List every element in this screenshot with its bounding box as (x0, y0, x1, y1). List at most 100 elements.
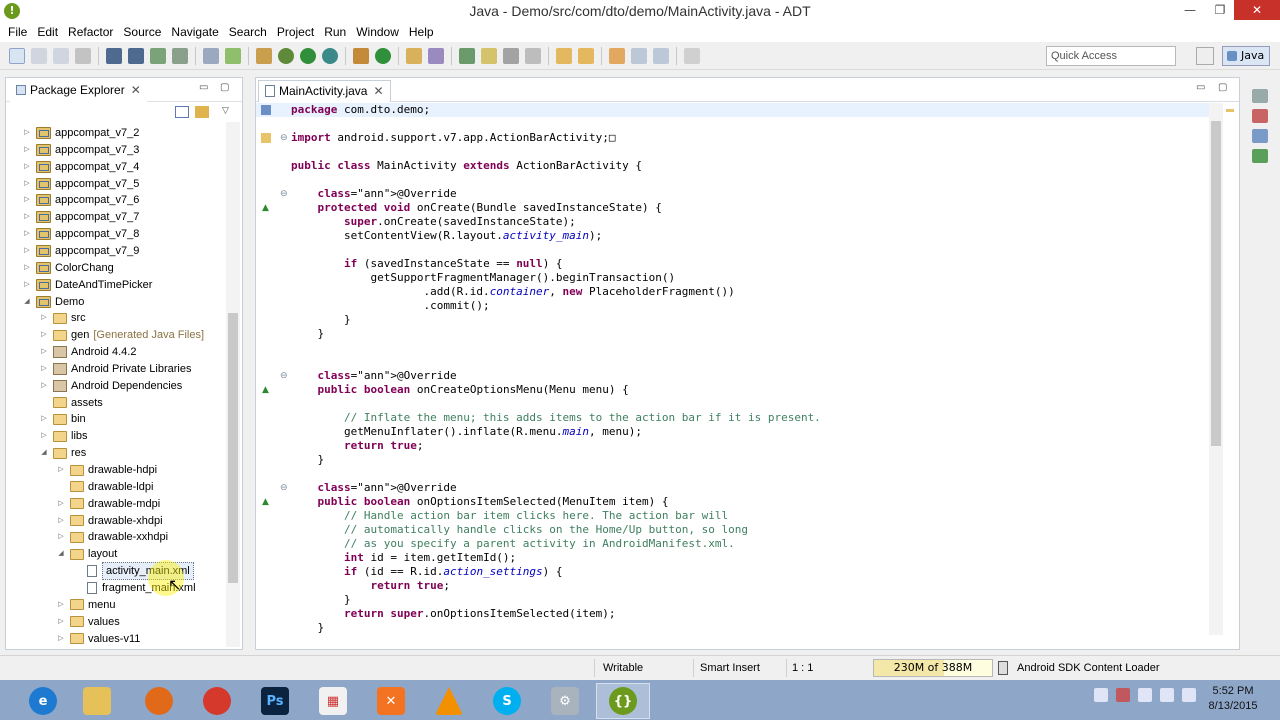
tree-item[interactable]: ▷ appcompat_v7_7 (22, 209, 139, 225)
collapsed-arrow-icon[interactable]: ▷ (56, 529, 66, 545)
code-line[interactable]: return true; (291, 439, 424, 453)
chrome-icon[interactable] (190, 683, 244, 719)
code-line[interactable]: getSupportFragmentManager().beginTransac… (291, 271, 675, 285)
code-line[interactable]: // Handle action bar item clicks here. T… (291, 509, 728, 523)
print-icon[interactable] (75, 47, 91, 64)
android-icon[interactable] (1252, 149, 1268, 163)
open-type-icon[interactable] (406, 47, 422, 64)
tree-item[interactable]: ▷ Android Dependencies (39, 378, 182, 394)
tree-item[interactable]: ▷ drawable-mdpi (56, 496, 160, 512)
tree-item[interactable]: ▷ drawable-hdpi (56, 462, 157, 478)
collapsed-arrow-icon[interactable]: ▷ (22, 192, 32, 208)
quick-access-input[interactable]: Quick Access (1046, 46, 1176, 66)
fold-toggle-icon[interactable]: ⊖ (280, 133, 288, 143)
heap-status[interactable]: 230M of 388M (873, 659, 993, 677)
collapsed-arrow-icon[interactable]: ▷ (56, 513, 66, 529)
collapsed-arrow-icon[interactable]: ▷ (22, 226, 32, 242)
menu-search[interactable]: Search (224, 25, 272, 39)
code-line[interactable]: if (savedInstanceState == null) { (291, 257, 563, 271)
fold-toggle-icon[interactable]: ⊖ (280, 189, 288, 199)
toggle-mark-occurrences-icon[interactable] (459, 47, 475, 64)
tree-item[interactable]: ▷ appcompat_v7_8 (22, 226, 139, 242)
search-icon[interactable] (428, 47, 444, 64)
code-line[interactable]: public boolean onCreateOptionsMenu(Menu … (291, 383, 629, 397)
code-line[interactable]: public class MainActivity extends Action… (291, 159, 642, 173)
tree-item[interactable]: ▷ ColorChang (22, 260, 114, 276)
code-line[interactable]: setContentView(R.layout.activity_main); (291, 229, 602, 243)
new-icon[interactable] (9, 47, 25, 64)
menu-window[interactable]: Window (351, 25, 404, 39)
outline-icon[interactable] (1252, 109, 1268, 123)
tree-item[interactable]: ◢ layout (56, 546, 117, 562)
tree-item[interactable]: ▷ appcompat_v7_3 (22, 142, 139, 158)
editor-scrollbar-thumb[interactable] (1211, 121, 1221, 446)
overview-ruler[interactable] (1223, 103, 1238, 635)
skip-breakpoints-icon[interactable] (203, 47, 219, 64)
block-selection-icon[interactable] (503, 47, 519, 64)
code-line[interactable]: .commit(); (291, 299, 489, 313)
tree-item[interactable]: ▷ Android 4.4.2 (39, 344, 136, 360)
collapsed-arrow-icon[interactable]: ▷ (39, 378, 49, 394)
warning-marker-icon[interactable] (261, 133, 271, 143)
code-line[interactable]: int id = item.getItemId(); (291, 551, 516, 565)
code-line[interactable]: } (291, 593, 351, 607)
tree-item[interactable]: ◢ Demo (22, 294, 84, 310)
tree-item[interactable]: assets (39, 395, 103, 411)
android-sdk-icon[interactable] (150, 47, 166, 64)
java-perspective-button[interactable]: Java (1222, 46, 1270, 66)
expanded-arrow-icon[interactable]: ◢ (39, 445, 49, 461)
tree-item[interactable]: ◢ res (39, 445, 86, 461)
task-list-icon[interactable] (1252, 129, 1268, 143)
code-line[interactable]: super.onCreate(savedInstanceState); (291, 215, 576, 229)
tree-item[interactable]: drawable-ldpi (56, 479, 153, 495)
menu-navigate[interactable]: Navigate (166, 25, 223, 39)
maximize-view-icon[interactable]: ▢ (220, 82, 229, 93)
collapsed-arrow-icon[interactable]: ▷ (56, 614, 66, 630)
tree-item[interactable]: ▷ drawable-xxhdpi (56, 529, 168, 545)
tree-item[interactable]: ▷ gen [Generated Java Files] (39, 327, 204, 343)
tree-item[interactable]: ▷ appcompat_v7_6 (22, 192, 139, 208)
tree-item[interactable]: ▷ src (39, 310, 85, 326)
collapse-all-icon[interactable] (175, 106, 189, 118)
menu-edit[interactable]: Edit (32, 25, 63, 39)
close-view-icon[interactable]: ✕ (131, 83, 141, 97)
code-line[interactable]: } (291, 327, 324, 341)
collapsed-arrow-icon[interactable]: ▷ (56, 631, 66, 647)
code-line[interactable]: // as you specify a parent activity in A… (291, 537, 735, 551)
maximize-editor-icon[interactable]: ▢ (1218, 82, 1227, 93)
code-line[interactable]: // Inflate the menu; this adds items to … (291, 411, 821, 425)
minimize-editor-icon[interactable]: ▭ (1196, 82, 1205, 93)
collapsed-arrow-icon[interactable]: ▷ (22, 209, 32, 225)
tree-item[interactable]: ▷ DateAndTimePicker (22, 277, 152, 293)
new-java-package-icon[interactable] (353, 47, 369, 64)
collapsed-arrow-icon[interactable]: ▷ (56, 597, 66, 613)
tree-item[interactable]: ▷ libs (39, 428, 87, 444)
save-icon[interactable] (31, 47, 47, 64)
task-icon[interactable] (225, 47, 241, 64)
tree-item[interactable]: ▷ values-v11 (56, 631, 140, 647)
menu-refactor[interactable]: Refactor (63, 25, 118, 39)
code-line[interactable]: } (291, 453, 324, 467)
tab-package-explorer[interactable]: Package Explorer ✕ (10, 80, 147, 102)
expanded-arrow-icon[interactable]: ◢ (56, 546, 66, 562)
overview-marker[interactable] (1226, 109, 1234, 112)
lint-icon[interactable] (256, 47, 272, 64)
collapsed-arrow-icon[interactable]: ▷ (22, 142, 32, 158)
forward-icon[interactable] (653, 47, 669, 64)
run-icon[interactable] (300, 47, 316, 64)
firefox-icon[interactable] (132, 683, 186, 719)
collapsed-arrow-icon[interactable]: ▷ (39, 361, 49, 377)
vlc-icon[interactable] (422, 683, 476, 719)
fold-toggle-icon[interactable]: ⊖ (280, 371, 288, 381)
menu-run[interactable]: Run (319, 25, 351, 39)
action-center-icon[interactable] (1138, 688, 1152, 702)
code-line[interactable]: public boolean onOptionsItemSelected(Men… (291, 495, 669, 509)
previous-annotation-icon[interactable] (578, 47, 594, 64)
download-icon[interactable] (128, 47, 144, 64)
volume-icon[interactable] (1182, 688, 1196, 702)
code-line[interactable]: // automatically handle clicks on the Ho… (291, 523, 748, 537)
collapsed-arrow-icon[interactable]: ▷ (22, 159, 32, 175)
avd-manager-icon[interactable] (172, 47, 188, 64)
code-line[interactable]: return true; (291, 579, 450, 593)
code-line[interactable]: } (291, 313, 351, 327)
